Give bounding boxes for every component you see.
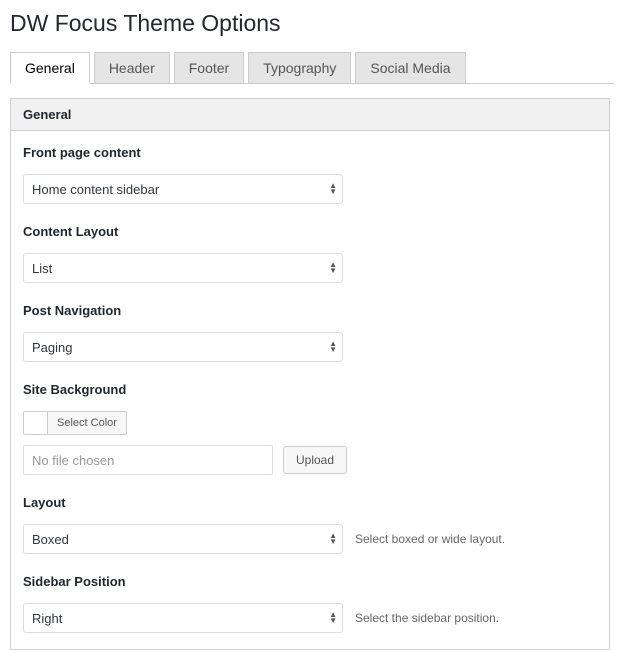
panel-body: Front page content Home content sidebar … — [11, 131, 609, 649]
tab-typography[interactable]: Typography — [248, 52, 351, 84]
tab-social-media[interactable]: Social Media — [355, 52, 465, 84]
field-layout: Layout Boxed ▲▼ Select boxed or wide lay… — [23, 495, 597, 554]
field-post-navigation: Post Navigation Paging ▲▼ — [23, 303, 597, 362]
select-color-button[interactable]: Select Color — [23, 411, 127, 435]
panel-general: General Front page content Home content … — [10, 98, 610, 650]
content-layout-select[interactable]: List — [23, 253, 343, 283]
front-page-content-select[interactable]: Home content sidebar — [23, 174, 343, 204]
page-title: DW Focus Theme Options — [10, 10, 614, 37]
field-label: Sidebar Position — [23, 574, 597, 589]
field-label: Post Navigation — [23, 303, 597, 318]
panel-title: General — [11, 99, 609, 131]
field-label: Site Background — [23, 382, 597, 397]
tab-general[interactable]: General — [10, 52, 90, 84]
field-site-background: Site Background Select Color Upload — [23, 382, 597, 475]
sidebar-position-select[interactable]: Right — [23, 603, 343, 633]
layout-select[interactable]: Boxed — [23, 524, 343, 554]
color-swatch-icon — [24, 412, 48, 434]
layout-description: Select boxed or wide layout. — [355, 532, 505, 546]
tabs-nav: General Header Footer Typography Social … — [10, 51, 614, 84]
sidebar-position-description: Select the sidebar position. — [355, 611, 499, 625]
select-color-label: Select Color — [48, 412, 126, 434]
field-label: Content Layout — [23, 224, 597, 239]
tab-footer[interactable]: Footer — [174, 52, 244, 84]
field-sidebar-position: Sidebar Position Right ▲▼ Select the sid… — [23, 574, 597, 633]
field-label: Front page content — [23, 145, 597, 160]
field-content-layout: Content Layout List ▲▼ — [23, 224, 597, 283]
field-front-page-content: Front page content Home content sidebar … — [23, 145, 597, 204]
background-file-input[interactable] — [23, 445, 273, 475]
tab-header[interactable]: Header — [94, 52, 170, 84]
upload-button[interactable]: Upload — [283, 446, 347, 474]
field-label: Layout — [23, 495, 597, 510]
post-navigation-select[interactable]: Paging — [23, 332, 343, 362]
